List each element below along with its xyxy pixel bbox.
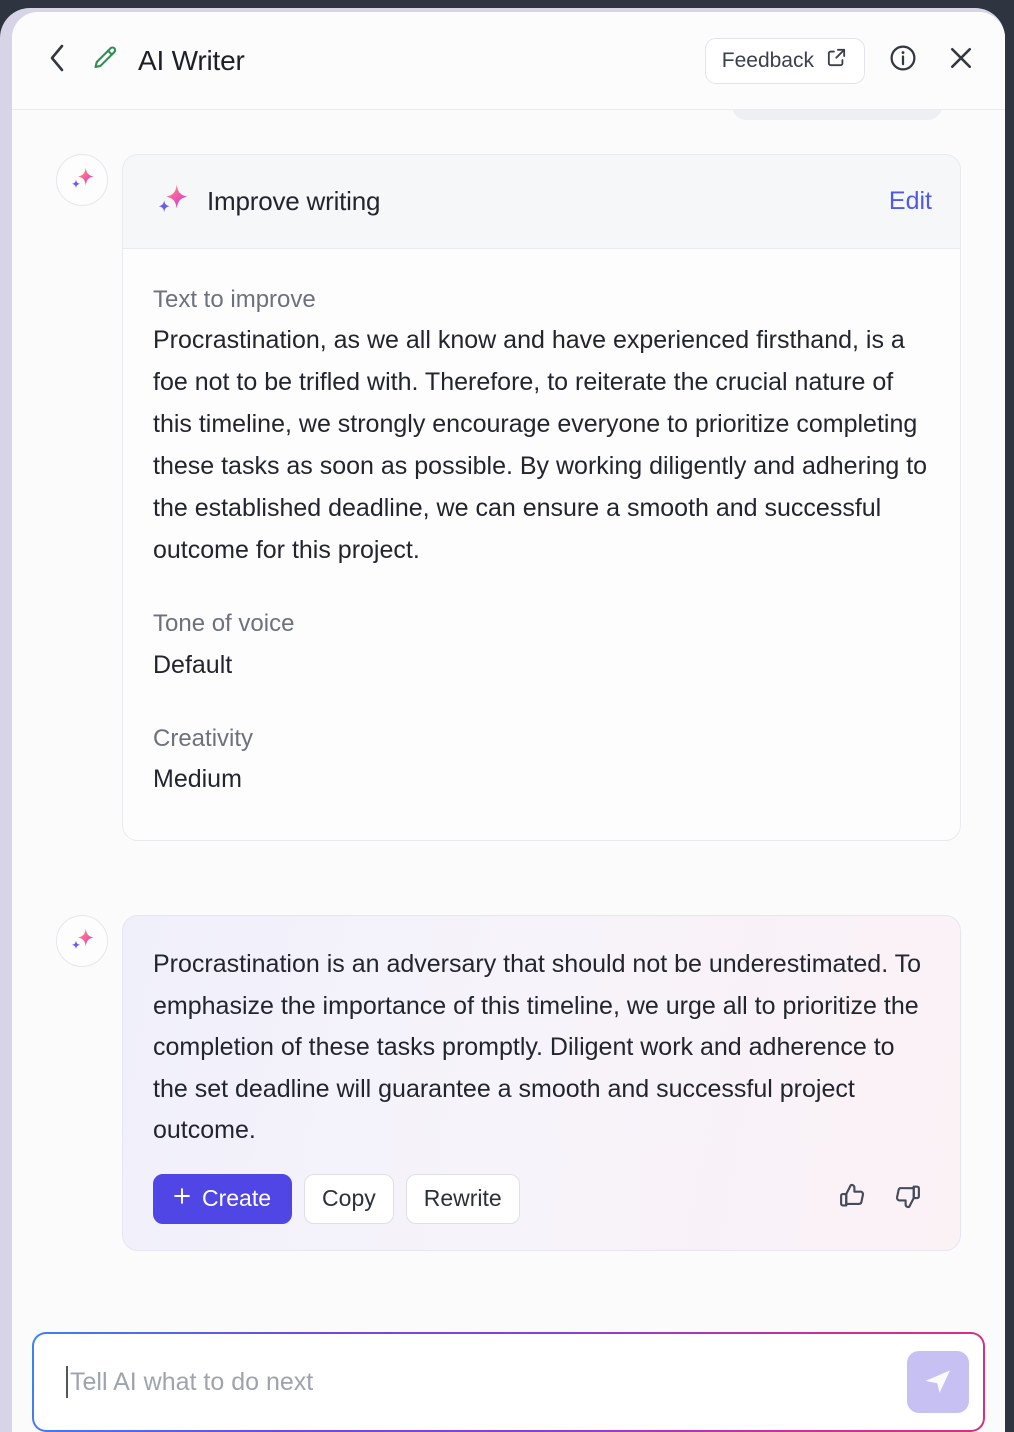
response-bubble: Procrastination is an adversary that sho… (122, 915, 961, 1251)
app-root: AI Writer Feedback Improve writing Edit … (0, 0, 1014, 1432)
close-button[interactable] (941, 41, 981, 81)
prompt-card-body: Text to improve Procrastination, as we a… (123, 249, 960, 840)
response-text: Procrastination is an adversary that sho… (153, 950, 922, 1145)
field-value: Default (153, 650, 233, 679)
scrolled-away-card (732, 110, 942, 120)
external-link-icon (825, 46, 848, 75)
thumbs-up-button[interactable] (830, 1177, 874, 1221)
ai-sparkle-icon (67, 924, 97, 959)
close-icon (946, 43, 976, 78)
edit-title-button[interactable] (90, 46, 120, 76)
back-button[interactable] (42, 43, 72, 79)
chevron-left-icon (47, 42, 67, 79)
composer-input[interactable] (70, 1367, 907, 1397)
composer-area (12, 1318, 1005, 1432)
rewrite-button-label: Rewrite (423, 1185, 502, 1212)
thumbs-down-icon (893, 1181, 923, 1216)
ai-sparkle-icon (67, 163, 97, 198)
panel-header: AI Writer Feedback (12, 12, 1005, 110)
header-left-group: AI Writer (42, 43, 705, 79)
copy-button[interactable]: Copy (304, 1173, 394, 1224)
create-button[interactable]: Create (153, 1173, 293, 1224)
rewrite-button[interactable]: Rewrite (405, 1173, 520, 1224)
composer-gradient-border (32, 1332, 985, 1432)
info-circle-icon (888, 43, 918, 78)
field-label: Text to improve (153, 286, 316, 313)
prompt-card-title: Improve writing (207, 186, 381, 216)
field-value: Procrastination, as we all know and have… (153, 326, 928, 565)
send-icon (921, 1364, 955, 1401)
prompt-message-row: Improve writing Edit Text to improve Pro… (32, 154, 985, 842)
feedback-button-label: Feedback (721, 48, 814, 72)
field-value: Medium (153, 765, 242, 794)
response-actions: Create Copy Rewrite (153, 1173, 930, 1224)
thumbs-up-icon (837, 1181, 867, 1216)
response-message-row: Procrastination is an adversary that sho… (32, 915, 985, 1251)
field-creativity: Creativity Medium (153, 720, 930, 800)
info-button[interactable] (883, 41, 923, 81)
header-right-group: Feedback (704, 37, 981, 84)
page-title: AI Writer (138, 44, 245, 76)
copy-button-label: Copy (322, 1185, 376, 1212)
avatar (56, 915, 108, 968)
send-button[interactable] (907, 1351, 969, 1413)
pencil-icon (91, 44, 119, 77)
field-text-to-improve: Text to improve Procrastination, as we a… (153, 281, 930, 571)
text-caret (66, 1366, 68, 1398)
create-button-label: Create (202, 1185, 272, 1212)
plus-icon (171, 1185, 193, 1213)
prompt-card-header: Improve writing Edit (123, 155, 960, 249)
thumbs-down-button[interactable] (886, 1177, 930, 1221)
field-label: Tone of voice (153, 610, 295, 638)
avatar (56, 154, 108, 206)
edit-prompt-link[interactable]: Edit (889, 187, 932, 216)
field-tone-of-voice: Tone of voice Default (153, 605, 930, 685)
ai-sparkle-icon (153, 180, 191, 223)
conversation-scroll-area[interactable]: Improve writing Edit Text to improve Pro… (12, 110, 1005, 1318)
feedback-button[interactable]: Feedback (704, 37, 865, 84)
prompt-card: Improve writing Edit Text to improve Pro… (122, 154, 961, 842)
ai-writer-panel: AI Writer Feedback Improve writing Edit … (12, 12, 1005, 1432)
composer-inner (34, 1334, 983, 1430)
field-label: Creativity (153, 724, 254, 752)
